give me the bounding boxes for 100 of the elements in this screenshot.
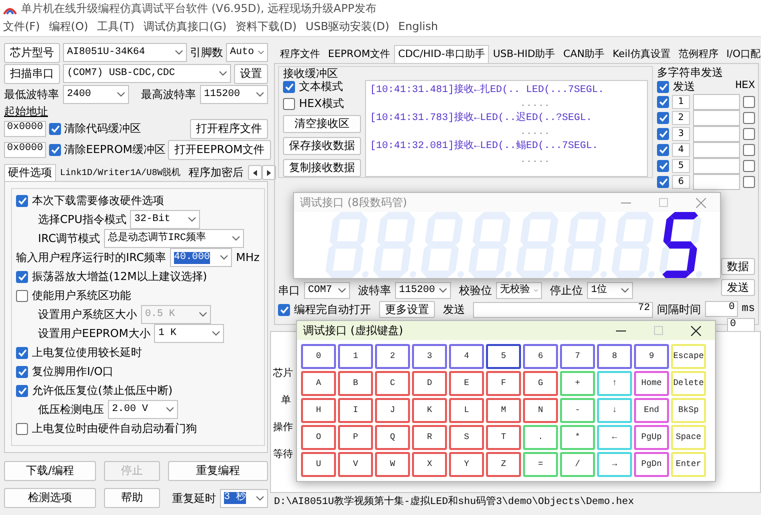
key[interactable]: S <box>449 425 484 450</box>
key[interactable]: K <box>412 398 447 423</box>
key[interactable]: I <box>338 398 373 423</box>
send-button[interactable]: 数据 <box>721 258 755 276</box>
dropdown[interactable]: 40.000 <box>170 248 232 268</box>
checkbox[interactable] <box>283 98 295 110</box>
key[interactable]: + <box>560 371 595 396</box>
checkbox[interactable] <box>16 270 28 283</box>
minimize-icon[interactable] <box>616 330 626 332</box>
key[interactable]: N <box>523 398 558 423</box>
key[interactable]: * <box>560 425 595 450</box>
dropdown[interactable]: 32-Bit <box>130 210 200 230</box>
key[interactable]: X <box>412 452 447 477</box>
tab[interactable]: 硬件选项 <box>4 164 56 182</box>
key[interactable]: 2 <box>375 344 410 369</box>
send-string-field[interactable] <box>693 174 740 190</box>
chip-model-button[interactable]: 芯片型号 <box>4 42 60 62</box>
address-field[interactable]: 0x0000 <box>4 142 46 158</box>
checkbox[interactable] <box>743 112 755 124</box>
scan-port-button[interactable]: 扫描串口 <box>4 64 60 84</box>
send-string-field[interactable] <box>693 142 740 158</box>
key[interactable]: D <box>412 371 447 396</box>
menu-item[interactable]: USB驱动安装(D) <box>306 20 390 34</box>
key[interactable]: Home <box>634 371 669 396</box>
open-file-button[interactable]: 打开程序文件 <box>190 118 268 139</box>
checkbox[interactable] <box>657 176 669 188</box>
checkbox[interactable] <box>657 144 669 156</box>
dropdown[interactable]: 115200 <box>395 282 451 299</box>
key[interactable]: F <box>486 371 521 396</box>
send-string-field[interactable] <box>693 110 740 126</box>
checkbox[interactable] <box>16 346 28 359</box>
tab[interactable]: EEPROM文件 <box>324 45 394 63</box>
key[interactable]: → <box>597 452 632 477</box>
checkbox[interactable] <box>16 422 28 435</box>
checkbox[interactable] <box>16 194 28 207</box>
send-string-field[interactable] <box>693 158 740 174</box>
key[interactable]: 8 <box>597 344 632 369</box>
dropdown[interactable]: 1位 <box>587 282 633 299</box>
key[interactable]: C <box>375 371 410 396</box>
more-settings-button[interactable]: 更多设置 <box>379 301 435 318</box>
menu-item[interactable]: 调试仿真接口(G) <box>143 20 227 34</box>
settings-button[interactable]: 设置 <box>234 64 268 84</box>
checkbox[interactable] <box>16 290 28 302</box>
number-button[interactable]: 1 <box>672 94 690 109</box>
key[interactable]: Escape <box>671 344 706 369</box>
key[interactable]: 5 <box>486 344 521 369</box>
menu-item[interactable]: 工具(T) <box>97 20 134 34</box>
tab[interactable]: 范例程序 <box>674 45 722 63</box>
key[interactable]: T <box>486 425 521 450</box>
dropdown[interactable]: 2.00 V <box>108 400 178 420</box>
close-icon[interactable] <box>691 326 701 336</box>
tab[interactable]: Link1D/Writer1A/U8W脱机 <box>56 164 185 182</box>
address-field[interactable]: 0x0000 <box>4 120 46 137</box>
action-button[interactable]: 检测选项 <box>4 488 96 508</box>
checkbox[interactable] <box>657 112 669 124</box>
checkbox[interactable] <box>743 128 755 140</box>
checkbox[interactable] <box>283 80 295 93</box>
key[interactable]: . <box>523 425 558 450</box>
menu-item[interactable]: 编程(O) <box>48 20 88 34</box>
checkbox[interactable] <box>743 96 755 108</box>
key[interactable]: B <box>338 371 373 396</box>
checkbox[interactable] <box>657 96 669 108</box>
key[interactable]: G <box>523 371 558 396</box>
send-button[interactable]: 发送 <box>721 279 755 296</box>
dropdown[interactable]: COM7 <box>304 282 350 299</box>
tab[interactable]: 程序文件 <box>276 45 324 63</box>
checkbox[interactable] <box>743 176 755 188</box>
send-string-field[interactable] <box>693 94 740 110</box>
number-button[interactable]: 5 <box>672 158 690 173</box>
key[interactable]: ↑ <box>597 371 632 396</box>
tab[interactable]: Keil仿真设置 <box>608 45 674 63</box>
interval-field[interactable]: 0 <box>705 301 738 318</box>
key[interactable]: BkSp <box>671 398 706 423</box>
value-field[interactable]: 0 <box>727 318 755 332</box>
checkbox[interactable] <box>49 122 62 135</box>
key[interactable]: E <box>449 371 484 396</box>
key[interactable]: J <box>375 398 410 423</box>
checkbox[interactable] <box>278 304 290 316</box>
key[interactable]: = <box>523 452 558 477</box>
dropdown[interactable]: 2400 <box>63 85 129 104</box>
dropdown[interactable]: 115200 <box>200 85 268 104</box>
dropdown[interactable]: 无校验 <box>496 282 542 299</box>
menu-item[interactable]: 资料下载(D) <box>236 20 297 34</box>
menu-item[interactable]: English <box>398 20 438 34</box>
key[interactable]: Space <box>671 425 706 450</box>
dropdown[interactable]: 1 K <box>154 324 224 344</box>
key[interactable]: 6 <box>523 344 558 369</box>
checkbox[interactable] <box>743 160 755 172</box>
key[interactable]: Z <box>486 452 521 477</box>
key[interactable]: A <box>301 371 336 396</box>
number-button[interactable]: 4 <box>672 142 690 157</box>
key[interactable]: End <box>634 398 669 423</box>
checkbox[interactable] <box>49 144 62 156</box>
checkbox[interactable] <box>743 144 755 156</box>
key[interactable]: Delete <box>671 371 706 396</box>
action-button[interactable]: 帮助 <box>104 488 160 508</box>
checkbox[interactable] <box>657 160 669 172</box>
key[interactable]: Enter <box>671 452 706 477</box>
key[interactable]: V <box>338 452 373 477</box>
key[interactable]: H <box>301 398 336 423</box>
